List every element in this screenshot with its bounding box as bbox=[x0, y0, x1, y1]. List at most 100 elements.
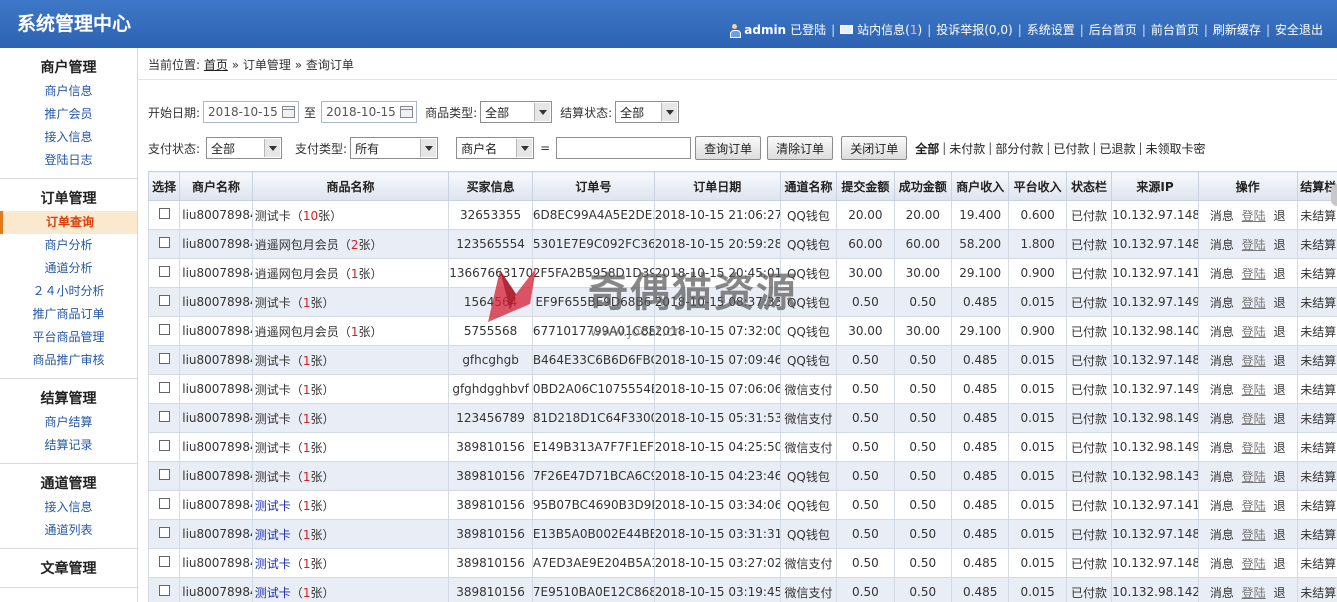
row-checkbox[interactable] bbox=[158, 295, 170, 306]
close-orders-button[interactable]: 关闭订单 bbox=[841, 136, 908, 160]
sidebar-group-title[interactable]: 商户管理 bbox=[0, 56, 137, 80]
table-row[interactable]: liu80078984 测试卡（1张） 1564564 EF9F655BE9D68B6… bbox=[147, 287, 1337, 317]
calendar-icon[interactable] bbox=[282, 106, 296, 118]
quick-filter-link[interactable]: 全部 bbox=[915, 140, 939, 157]
row-checkbox[interactable] bbox=[158, 556, 170, 567]
query-orders-button[interactable]: 查询订单 bbox=[695, 136, 762, 160]
quick-filter-link[interactable]: 已退款 bbox=[1099, 140, 1135, 157]
login-link[interactable]: 登陆 bbox=[1242, 354, 1266, 368]
pay-type-select[interactable]: 所有 bbox=[350, 137, 439, 159]
message-link[interactable]: 消息 bbox=[1210, 557, 1234, 571]
settle-status-select[interactable]: 全部 bbox=[615, 101, 680, 123]
message-link[interactable]: 消息 bbox=[1210, 238, 1234, 252]
sidebar-group-title[interactable]: 结算管理 bbox=[0, 387, 137, 411]
settings-link[interactable]: 系统设置 bbox=[1027, 21, 1075, 38]
message-link[interactable]: 消息 bbox=[1210, 209, 1234, 223]
message-link[interactable]: 消息 bbox=[1210, 383, 1234, 397]
sidebar-item[interactable]: 登陆日志 bbox=[0, 149, 137, 172]
product-type-select[interactable]: 全部 bbox=[480, 101, 553, 123]
refund-link[interactable]: 退 bbox=[1274, 470, 1286, 484]
table-row[interactable]: liu80078984 测试卡（1张） 389810156 A7ED3AE9E204B… bbox=[147, 548, 1337, 578]
table-row[interactable]: liu80078984 测试卡（1张） 389810156 7E9510BA0E12C… bbox=[147, 577, 1337, 602]
refund-link[interactable]: 退 bbox=[1274, 296, 1286, 310]
login-link[interactable]: 登陆 bbox=[1242, 586, 1266, 600]
table-row[interactable]: liu80078984 测试卡（1张） 123456789 81D218D1C64F3… bbox=[147, 403, 1337, 433]
login-link[interactable]: 登陆 bbox=[1242, 499, 1266, 513]
refund-link[interactable]: 退 bbox=[1274, 412, 1286, 426]
refund-link[interactable]: 退 bbox=[1274, 325, 1286, 339]
message-link[interactable]: 消息 bbox=[1210, 528, 1234, 542]
login-link[interactable]: 登陆 bbox=[1242, 238, 1266, 252]
search-field-select[interactable]: 商户名 bbox=[456, 137, 535, 159]
row-checkbox[interactable] bbox=[158, 527, 170, 538]
sidebar-item[interactable]: 订单查询 bbox=[0, 211, 137, 234]
refund-link[interactable]: 退 bbox=[1274, 499, 1286, 513]
row-checkbox[interactable] bbox=[158, 585, 170, 596]
row-checkbox[interactable] bbox=[158, 411, 170, 422]
login-link[interactable]: 登陆 bbox=[1242, 267, 1266, 281]
product-name[interactable]: 测试卡 bbox=[255, 557, 291, 571]
quick-filter-link[interactable]: 未领取卡密 bbox=[1146, 140, 1206, 157]
message-link[interactable]: 消息 bbox=[1210, 586, 1234, 600]
quick-filter-link[interactable]: 已付款 bbox=[1053, 140, 1089, 157]
row-checkbox[interactable] bbox=[158, 382, 170, 393]
row-checkbox[interactable] bbox=[158, 266, 170, 277]
table-row[interactable]: liu80078984 测试卡（1张） 389810156 95B07BC4690B3… bbox=[147, 490, 1337, 520]
refund-link[interactable]: 退 bbox=[1274, 267, 1286, 281]
sidebar-item[interactable]: 商户结算 bbox=[0, 411, 137, 434]
clear-orders-button[interactable]: 清除订单 bbox=[767, 136, 834, 160]
sidebar-item[interactable]: 通道列表 bbox=[0, 519, 137, 542]
login-link[interactable]: 登陆 bbox=[1242, 470, 1266, 484]
pay-status-select[interactable]: 全部 bbox=[206, 137, 283, 159]
sidebar-item[interactable]: 商户分析 bbox=[0, 234, 137, 257]
row-checkbox[interactable] bbox=[158, 324, 170, 335]
product-name[interactable]: 测试卡 bbox=[255, 586, 291, 600]
message-link[interactable]: 消息 bbox=[1210, 267, 1234, 281]
sidebar-item[interactable]: 接入信息 bbox=[0, 496, 137, 519]
message-link[interactable]: 消息 bbox=[1210, 325, 1234, 339]
end-date-input[interactable]: 2018-10-15 bbox=[321, 101, 418, 123]
refund-link[interactable]: 退 bbox=[1274, 528, 1286, 542]
login-link[interactable]: 登陆 bbox=[1242, 383, 1266, 397]
table-row[interactable]: liu80078984 测试卡（1张） 389810156 7F26E47D71BCA… bbox=[147, 461, 1337, 491]
table-row[interactable]: liu80078984 测试卡（10张） 32653355 6D8EC99A4A5E2… bbox=[147, 200, 1337, 230]
table-row[interactable]: liu80078984 逍遥网包月会员（1张） 13667663170 2F5FA2B… bbox=[147, 258, 1337, 288]
row-checkbox[interactable] bbox=[158, 353, 170, 364]
table-row[interactable]: liu80078984 逍遥网包月会员（1张） 5755568 6771017799A… bbox=[147, 316, 1337, 346]
sidebar-group-title[interactable]: 通道管理 bbox=[0, 472, 137, 496]
complaints-link[interactable]: 投诉举报(0,0) bbox=[936, 21, 1012, 38]
sidebar-item[interactable]: 商品推广审核 bbox=[0, 349, 137, 372]
frontend-home-link[interactable]: 前台首页 bbox=[1151, 21, 1199, 38]
table-row[interactable]: liu80078984 测试卡（1张） gfghdgghbvf 0BD2A06C107… bbox=[147, 374, 1337, 404]
logout-link[interactable]: 安全退出 bbox=[1275, 21, 1323, 38]
login-link[interactable]: 登陆 bbox=[1242, 209, 1266, 223]
messages-link[interactable]: 站内信息(1) bbox=[857, 21, 922, 38]
quick-filter-link[interactable]: 未付款 bbox=[949, 140, 985, 157]
refund-link[interactable]: 退 bbox=[1274, 209, 1286, 223]
row-checkbox[interactable] bbox=[158, 237, 170, 248]
quick-filter-link[interactable]: 部分付款 bbox=[995, 140, 1043, 157]
login-link[interactable]: 登陆 bbox=[1242, 325, 1266, 339]
message-link[interactable]: 消息 bbox=[1210, 470, 1234, 484]
refund-link[interactable]: 退 bbox=[1274, 557, 1286, 571]
login-link[interactable]: 登陆 bbox=[1242, 528, 1266, 542]
sidebar-group-title[interactable]: 订单管理 bbox=[0, 187, 137, 211]
message-link[interactable]: 消息 bbox=[1210, 412, 1234, 426]
refund-link[interactable]: 退 bbox=[1274, 441, 1286, 455]
backend-home-link[interactable]: 后台首页 bbox=[1089, 21, 1137, 38]
table-row[interactable]: liu80078984 测试卡（1张） gfhcghgb B464E33C6B6D6F… bbox=[147, 345, 1337, 375]
row-checkbox[interactable] bbox=[158, 440, 170, 451]
search-input[interactable] bbox=[556, 137, 692, 159]
table-row[interactable]: liu80078984 测试卡（1张） 389810156 E149B313A7F7F… bbox=[147, 432, 1337, 462]
sidebar-item[interactable]: 通道分析 bbox=[0, 257, 137, 280]
table-row[interactable]: liu80078984 测试卡（1张） 389810156 E13B5A0B002E4… bbox=[147, 519, 1337, 549]
login-link[interactable]: 登陆 bbox=[1242, 412, 1266, 426]
refund-link[interactable]: 退 bbox=[1274, 383, 1286, 397]
breadcrumb-home[interactable]: 首页 bbox=[204, 58, 228, 72]
start-date-input[interactable]: 2018-10-15 bbox=[203, 101, 300, 123]
message-link[interactable]: 消息 bbox=[1210, 296, 1234, 310]
product-name[interactable]: 测试卡 bbox=[255, 528, 291, 542]
refund-link[interactable]: 退 bbox=[1274, 354, 1286, 368]
refund-link[interactable]: 退 bbox=[1274, 586, 1286, 600]
login-link[interactable]: 登陆 bbox=[1242, 441, 1266, 455]
